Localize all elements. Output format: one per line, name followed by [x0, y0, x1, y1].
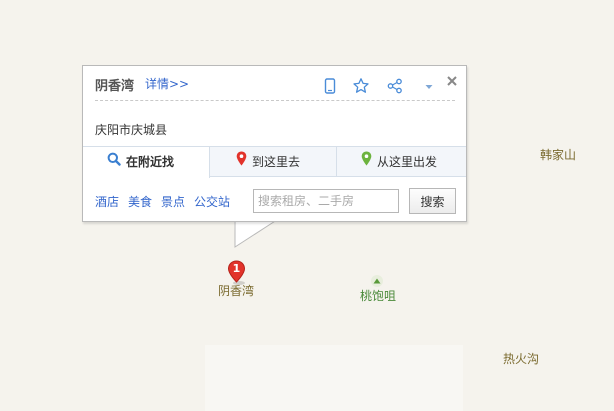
star-icon[interactable] — [352, 77, 370, 95]
phone-icon[interactable] — [321, 77, 339, 95]
marker-label[interactable]: 阴香湾 — [218, 282, 254, 299]
link-hotel[interactable]: 酒店 — [95, 195, 119, 209]
green-pin-icon — [361, 147, 372, 177]
close-icon[interactable] — [445, 74, 463, 92]
popup-tail — [234, 220, 277, 248]
place-label-taobaozui[interactable]: 桃饱咀 — [360, 287, 396, 304]
share-icon[interactable] — [386, 77, 404, 95]
link-scenic[interactable]: 景点 — [161, 195, 185, 209]
map-area-patch — [205, 345, 463, 411]
place-label-hanjiashan[interactable]: 韩家山 — [540, 146, 576, 163]
tab-route-to[interactable]: 到这里去 — [210, 147, 337, 177]
red-pin-icon — [236, 147, 247, 177]
nearby-search-input[interactable] — [253, 189, 399, 213]
search-button[interactable]: 搜索 — [409, 188, 456, 214]
link-food[interactable]: 美食 — [128, 195, 152, 209]
tab-search-nearby[interactable]: 在附近找 — [83, 147, 210, 178]
mountain-icon[interactable] — [371, 272, 383, 287]
tab-label: 从这里出发 — [377, 155, 438, 169]
popup-title: 阴香湾 — [95, 79, 135, 94]
action-tabs: 在附近找 到这里去 从这里出发 — [83, 146, 466, 178]
tab-route-from[interactable]: 从这里出发 — [337, 147, 466, 177]
link-bus-stop[interactable]: 公交站 — [194, 195, 230, 209]
search-icon — [107, 147, 121, 177]
popup-address: 庆阳市庆城县 — [95, 123, 168, 137]
place-label-rehuogou[interactable]: 热火沟 — [503, 350, 539, 367]
tab-label: 到这里去 — [252, 155, 301, 169]
detail-link[interactable]: 详情>> — [145, 75, 189, 92]
tab-label: 在附近找 — [126, 155, 175, 169]
quick-links: 酒店 美食 景点 公交站 — [95, 193, 239, 210]
marker-number: 1 — [232, 262, 241, 275]
info-popup: 阴香湾 详情>> 庆阳市庆城县 在附近找 到这里去 从这里出发 酒店 美食 景点… — [82, 65, 467, 222]
dropdown-arrow-icon[interactable] — [420, 77, 438, 95]
popup-header: 阴香湾 详情>> — [95, 74, 457, 101]
map-canvas[interactable]: 韩家山 桃饱咀 热火沟 1 阴香湾 阴香湾 详情>> 庆阳市庆城县 在附近找 到… — [0, 0, 614, 411]
